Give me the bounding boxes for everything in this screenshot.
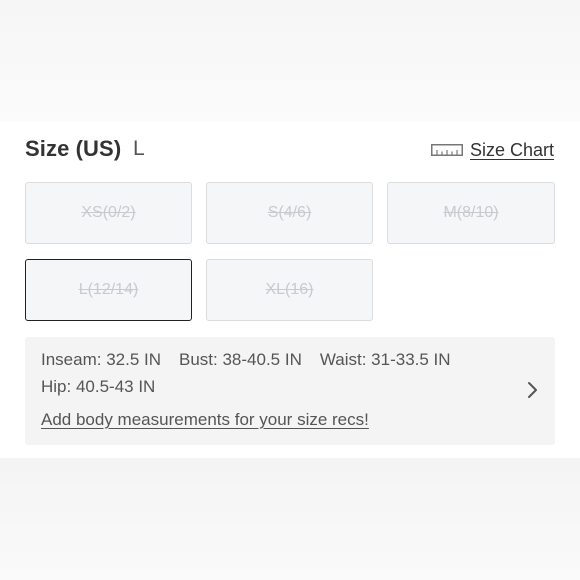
size-button-l[interactable]: L(12/14) [25, 259, 192, 321]
inseam-value: Inseam: 32.5 IN [41, 350, 162, 369]
size-button-s[interactable]: S(4/6) [206, 182, 373, 244]
chevron-right-icon[interactable] [527, 380, 539, 400]
hip-value: Hip: 40.5-43 IN [41, 377, 156, 396]
size-button-label: M(8/10) [443, 204, 499, 221]
waist-value: Waist: 31-33.5 IN [319, 350, 451, 369]
size-button-label: S(4/6) [267, 204, 312, 221]
measurements-row-1: Inseam: 32.5 IN Bust: 38-40.5 IN Waist: 31… [41, 350, 451, 370]
selected-size-value: L [133, 137, 145, 160]
size-button-xs[interactable]: XS(0/2) [25, 182, 192, 244]
measurements-row-2: Hip: 40.5-43 IN [41, 377, 155, 397]
background-bottom [0, 458, 580, 580]
background-top [0, 0, 580, 122]
measurements-card[interactable]: Inseam: 32.5 IN Bust: 38-40.5 IN Waist: 31… [25, 337, 555, 445]
bust-value: Bust: 38-40.5 IN [179, 350, 302, 369]
size-button-label: XL(16) [265, 281, 314, 298]
size-chart-label[interactable]: Size Chart [470, 140, 554, 161]
size-title: Size (US) [25, 136, 122, 161]
size-button-label: L(12/14) [78, 281, 139, 298]
size-button-xl[interactable]: XL(16) [206, 259, 373, 321]
size-chart-link[interactable]: Size Chart [431, 138, 554, 162]
size-button-label: XS(0/2) [81, 204, 136, 221]
size-button-m[interactable]: M(8/10) [387, 182, 555, 244]
add-body-measurements-link[interactable]: Add body measurements for your size recs… [41, 410, 369, 430]
ruler-icon [431, 144, 463, 156]
